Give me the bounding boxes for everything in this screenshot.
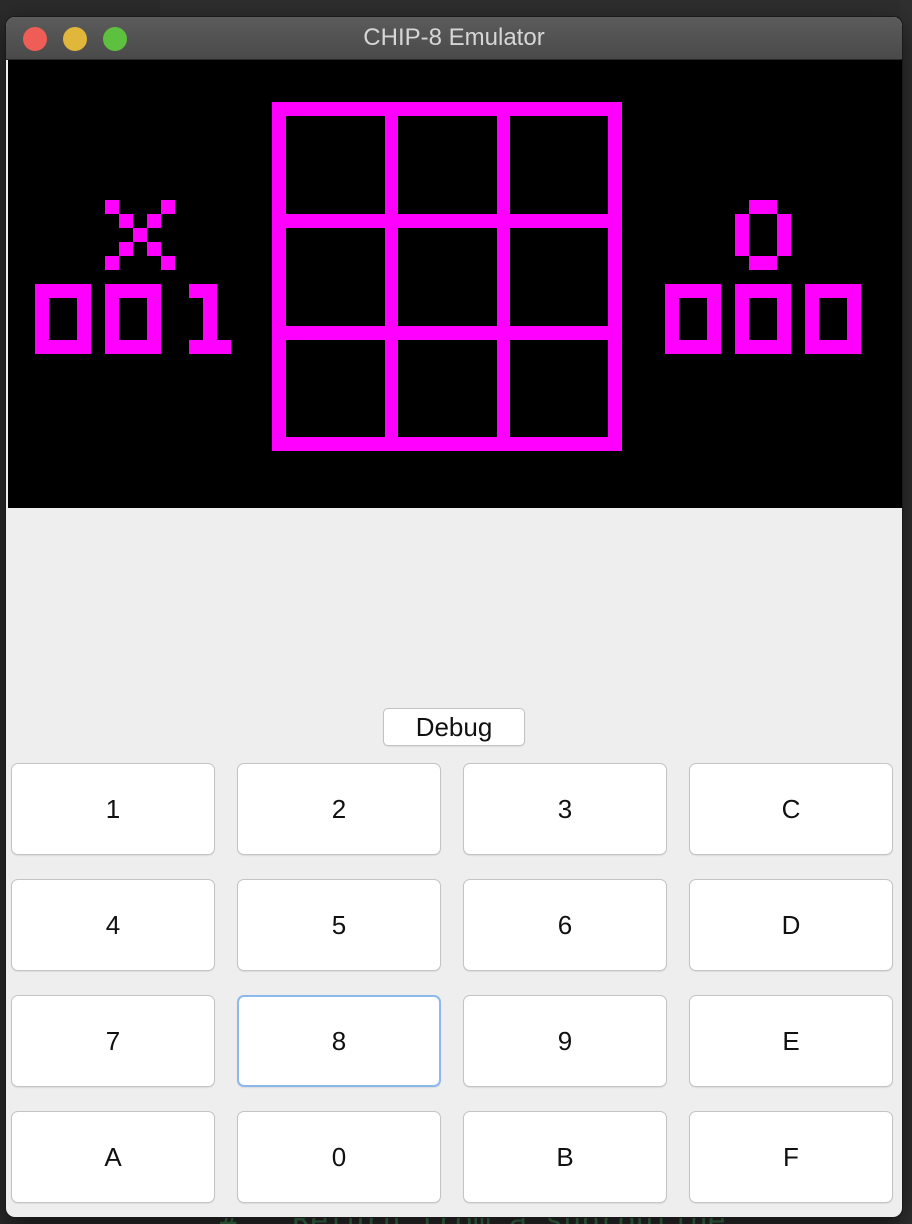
emulator-window: CHIP-8 Emulator Debug 1 2 3 C 4 5 6 D 7 … <box>6 17 902 1217</box>
key-a[interactable]: A <box>11 1111 215 1203</box>
key-4[interactable]: 4 <box>11 879 215 971</box>
key-f[interactable]: F <box>689 1111 893 1203</box>
key-c[interactable]: C <box>689 763 893 855</box>
key-5[interactable]: 5 <box>237 879 441 971</box>
desktop-background <box>160 0 912 16</box>
key-d[interactable]: D <box>689 879 893 971</box>
key-8[interactable]: 8 <box>237 995 441 1087</box>
key-6[interactable]: 6 <box>463 879 667 971</box>
key-3[interactable]: 3 <box>463 763 667 855</box>
key-b[interactable]: B <box>463 1111 667 1203</box>
display-canvas <box>8 60 902 508</box>
key-0[interactable]: 0 <box>237 1111 441 1203</box>
key-7[interactable]: 7 <box>11 995 215 1087</box>
window-title: CHIP-8 Emulator <box>363 24 545 51</box>
title-bar[interactable]: CHIP-8 Emulator <box>6 17 902 60</box>
emulator-display <box>8 60 902 508</box>
key-9[interactable]: 9 <box>463 995 667 1087</box>
key-1[interactable]: 1 <box>11 763 215 855</box>
key-e[interactable]: E <box>689 995 893 1087</box>
key-2[interactable]: 2 <box>237 763 441 855</box>
debug-button[interactable]: Debug <box>383 708 525 746</box>
